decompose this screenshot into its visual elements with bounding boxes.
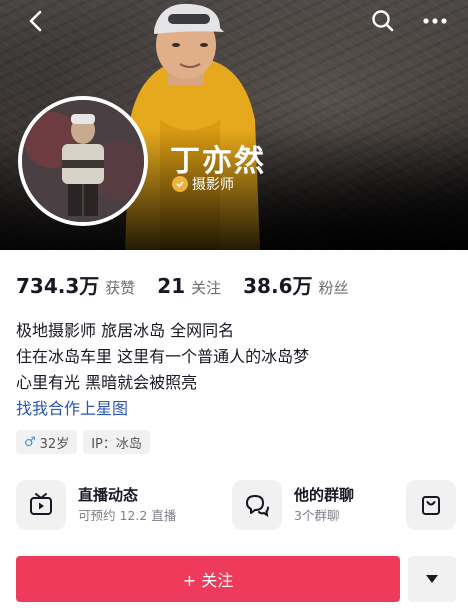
more-dots-icon [423,18,447,24]
group-chat-sub: 3个群聊 [294,508,340,523]
more-button[interactable] [420,8,450,34]
stat-followers[interactable]: 38.6万 粉丝 [243,270,348,299]
group-chat-title: 他的群聊 [294,486,355,504]
follow-actions: + 关注 [16,556,456,602]
shopping-bag-icon [406,480,456,530]
male-icon: ♂ [24,434,36,450]
follow-dropdown-button[interactable] [408,556,456,602]
stat-following[interactable]: 21 关注 [157,274,221,298]
feature-cards: 直播动态 可预约 12.2 直播 他的群聊 3个群聊 [16,478,456,532]
bio-line: 住在冰岛车里 这里有一个普通人的冰岛梦 [16,347,310,366]
profile-banner[interactable]: 丁亦然 摄影师 [0,0,468,250]
bio-link[interactable]: 找我合作上星图 [16,396,309,422]
ip-tag: IP：冰岛 [83,430,150,454]
verified-title: 摄影师 [192,177,234,193]
live-tv-icon [16,480,66,530]
shop-card[interactable] [406,478,456,532]
stat-label: 获赞 [105,279,136,297]
back-button[interactable] [24,8,50,34]
stat-value: 21 [157,274,186,298]
profile-stats: 734.3万 获赞 21 关注 38.6万 粉丝 [16,270,371,299]
group-chat-icon [232,480,282,530]
bio-line: 极地摄影师 旅居冰岛 全网同名 [16,321,235,340]
gender-age-tag: ♂ 32岁 [16,430,78,454]
live-card-sub: 可预约 12.2 直播 [78,508,177,523]
follow-button[interactable]: + 关注 [16,556,400,602]
profile-tags: ♂ 32岁 IP：冰岛 [16,430,150,454]
profile-bio: 极地摄影师 旅居冰岛 全网同名 住在冰岛车里 这里有一个普通人的冰岛梦 心里有光… [16,318,309,422]
ip-label: IP：冰岛 [91,436,142,452]
stat-value: 38.6万 [243,274,313,298]
bio-line: 心里有光 黑暗就会被照亮 [16,373,198,392]
stat-likes[interactable]: 734.3万 获赞 [16,270,135,299]
stat-label: 粉丝 [318,279,349,297]
chevron-left-icon [29,10,42,32]
age-label: 32岁 [39,436,70,452]
verified-check-icon [172,176,188,192]
avatar-photo [22,100,144,222]
live-card-title: 直播动态 [78,486,139,504]
search-button[interactable] [370,8,396,34]
live-card[interactable]: 直播动态 可预约 12.2 直播 [16,478,176,532]
stat-value: 734.3万 [16,274,100,298]
verified-badge-row: 摄影师 [172,174,234,194]
triangle-down-icon [426,575,438,583]
stat-label: 关注 [191,279,222,297]
search-icon [372,10,394,32]
avatar[interactable] [18,96,148,226]
group-chat-card[interactable]: 他的群聊 3个群聊 [232,478,354,532]
